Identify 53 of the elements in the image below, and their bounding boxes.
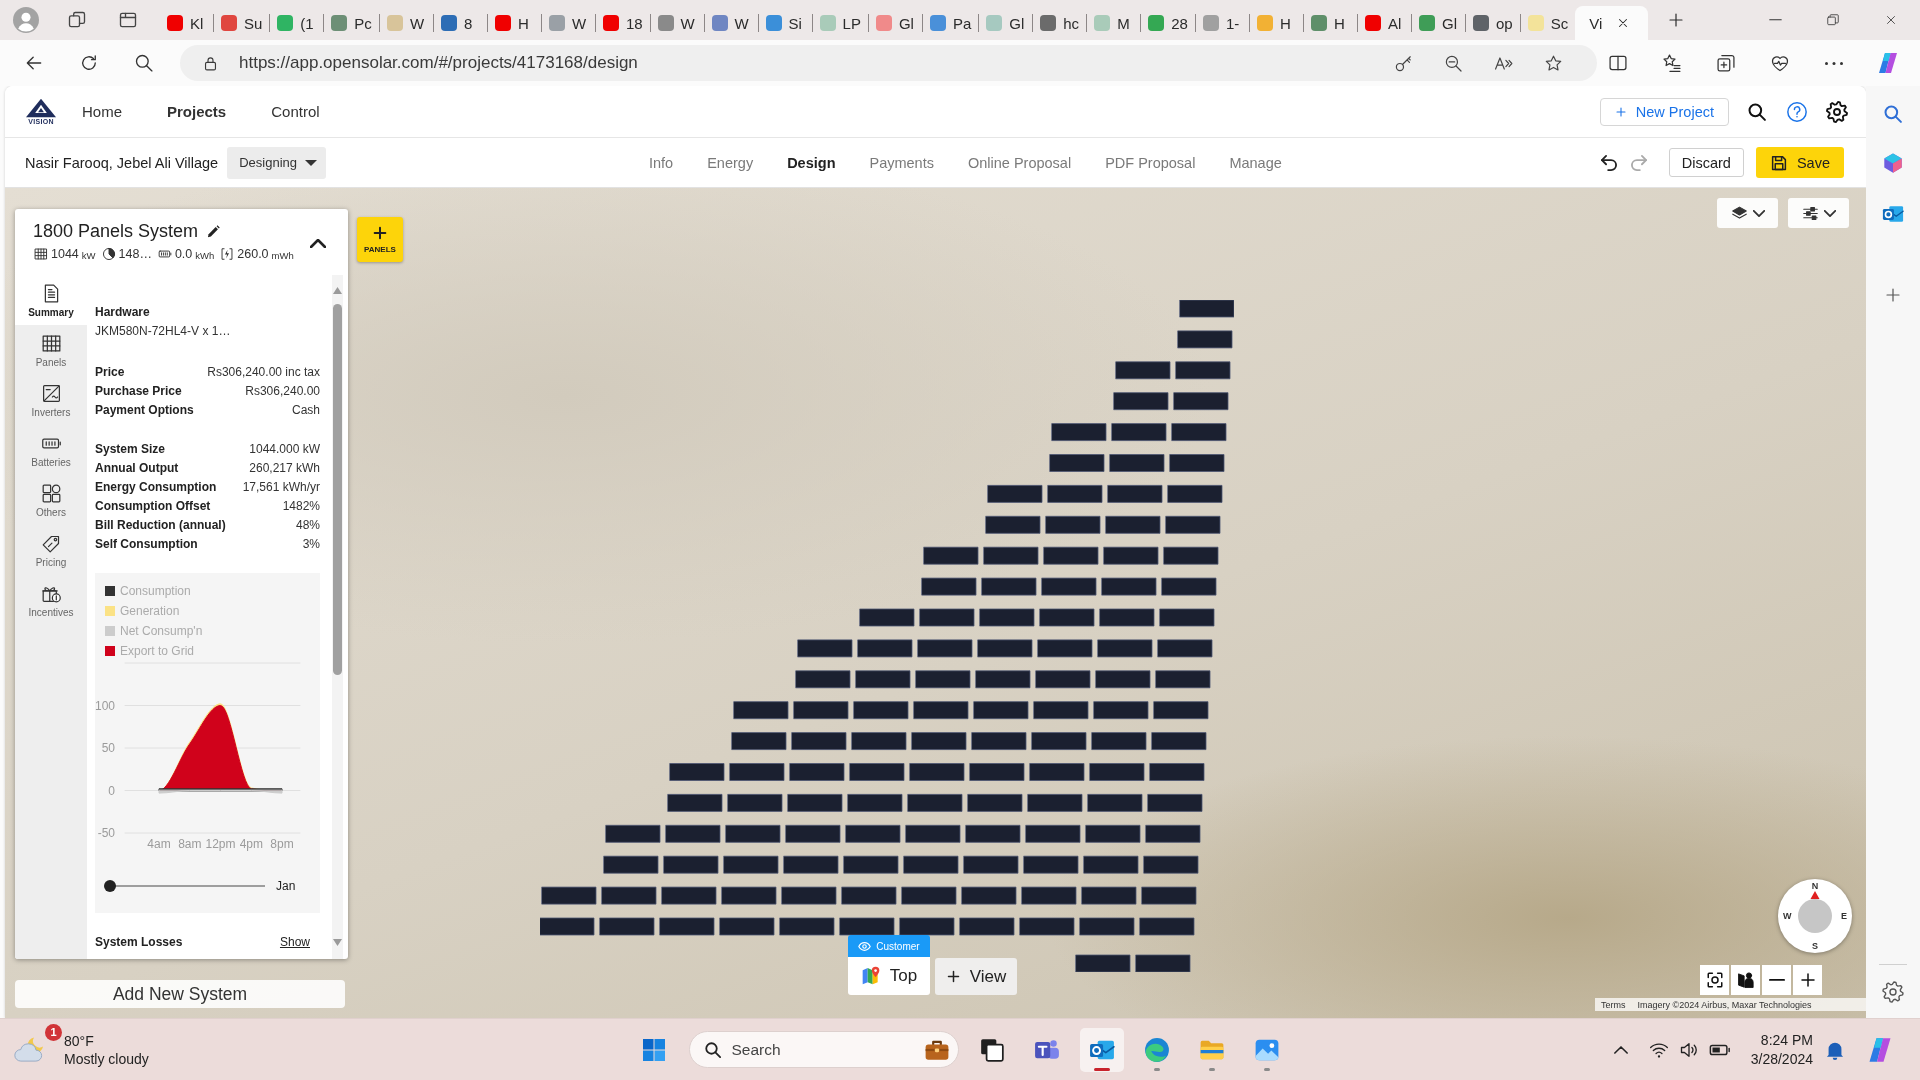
stat-unit: mWh (271, 249, 294, 261)
detail-label: Annual Output (95, 460, 179, 475)
section-title: System Losses (95, 934, 183, 949)
detail-value: Rs306,240.00 (245, 383, 320, 398)
detail-value: 17,561 kWh/yr (242, 479, 320, 494)
detail-label: System Size (95, 441, 166, 456)
y-axis-label: 0 (108, 783, 115, 798)
y-axis-label: 50 (101, 741, 115, 755)
y-axis-label: -50 (97, 826, 115, 840)
detail-label: Energy Consumption (95, 479, 217, 494)
detail-value: Cash (292, 402, 320, 417)
stat-unit: kW (81, 249, 96, 261)
month-label: Jan (276, 879, 296, 893)
compass-direction-label: N (1811, 881, 1819, 891)
y-axis-label: 100 (95, 698, 115, 713)
legend-label: Generation (120, 604, 180, 618)
weather-condition: Mostly cloudy (64, 1049, 149, 1068)
compass-direction-label: S (1812, 941, 1818, 951)
legend-label: Consumption (120, 584, 191, 598)
detail-value: 260,217 kWh (249, 460, 320, 475)
system-title: 1800 Panels System (33, 220, 199, 242)
detail-value: Rs306,240.00 inc tax (207, 364, 320, 379)
detail-label: Payment Options (95, 402, 194, 417)
legend-label: Export to Grid (120, 644, 195, 658)
compass-direction-label: W (1783, 911, 1792, 921)
view-tag-text: Customer (876, 940, 920, 952)
hardware-label: Hardware (95, 304, 150, 321)
x-axis-label: 4pm (239, 837, 263, 851)
stat-value: 0.0 (174, 247, 193, 261)
x-axis-label: 8pm (270, 837, 294, 851)
stat-value: 148… (118, 247, 152, 261)
temperature-text: 80°F (64, 1031, 95, 1050)
x-axis-label: 8am (178, 837, 202, 851)
imagery-credit: Imagery ©2024 Airbus, Maxar Technologies (1637, 999, 1812, 1010)
notification-count: 1 (45, 1023, 62, 1041)
detail-value: 48% (295, 517, 320, 532)
stat-value: 260.0 (237, 247, 269, 261)
detail-value: 1044.000 kW (249, 441, 320, 456)
detail-label: Price (95, 364, 125, 379)
x-axis-label: 4am (147, 837, 171, 851)
detail-label: Consumption Offset (95, 498, 211, 513)
legend-label: Net Consump'n (120, 624, 203, 638)
detail-label: Purchase Price (95, 383, 182, 398)
x-axis-label: 12pm (205, 837, 236, 851)
detail-label: Self Consumption (95, 536, 198, 551)
detail-value: 1482% (282, 498, 320, 513)
hardware-value: JKM580N-72HL4-V x 1… (95, 323, 231, 340)
detail-label: Bill Reduction (annual) (95, 517, 226, 532)
project-name: Nasir Farooq, Jebel Ali Village (25, 154, 219, 171)
detail-value: 3% (302, 536, 320, 551)
compass-direction-label: E (1841, 911, 1847, 921)
stat-unit: kWh (195, 249, 215, 261)
stat-value: 1044 (51, 247, 79, 261)
